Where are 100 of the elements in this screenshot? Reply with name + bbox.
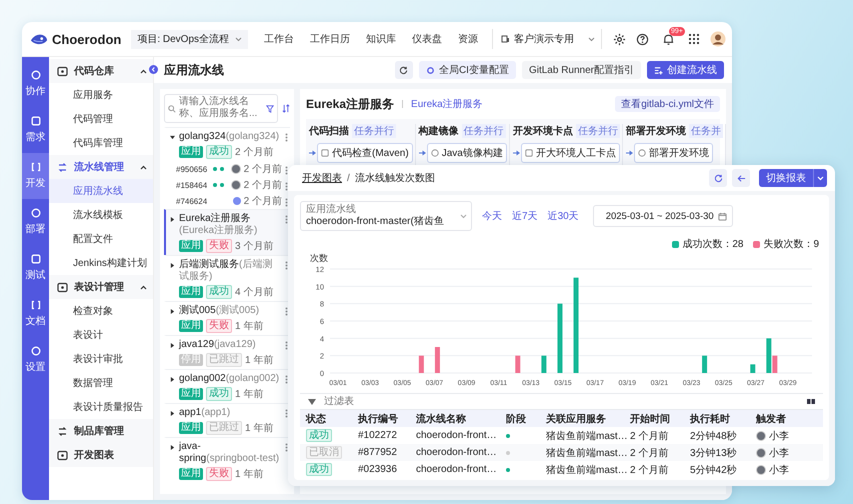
caret-right-icon[interactable]: [170, 343, 175, 348]
organization-select[interactable]: 客户演示专用: [492, 29, 602, 49]
type-tag: 应用: [179, 468, 203, 480]
run-item[interactable]: #746624 2 个月前: [164, 193, 290, 209]
refresh-button[interactable]: [394, 61, 413, 79]
job-card[interactable]: 代码检查(Maven): [317, 143, 413, 163]
menu-item[interactable]: 检查对象: [49, 299, 153, 323]
chevron-up-icon: [140, 284, 147, 290]
date-range-field[interactable]: 2025-03-01 ~ 2025-03-30: [592, 205, 733, 227]
help-icon[interactable]: [636, 32, 650, 46]
status-tag: 已取消: [306, 446, 342, 458]
column-header: 开始时间: [630, 412, 671, 426]
range-link[interactable]: 今天: [482, 209, 502, 223]
menu-item[interactable]: 表设计审批: [49, 347, 153, 371]
pipeline-name: app1(app1): [179, 407, 232, 419]
status-tag: 成功: [206, 145, 232, 159]
more-icon[interactable]: [285, 166, 288, 174]
nav-link[interactable]: 资源: [458, 32, 478, 46]
bell-icon[interactable]: [662, 32, 676, 46]
pipeline-item[interactable]: golang324(golang324) 应用 成功 2 个月前: [164, 127, 290, 161]
module-tab[interactable]: 需求: [22, 107, 49, 153]
more-icon[interactable]: [285, 133, 288, 142]
pipeline-select[interactable]: 应用流水线 choerodon-front-master(猪齿鱼: [300, 201, 472, 231]
nav-link[interactable]: 工作日历: [310, 32, 350, 46]
run-id: #746624: [176, 196, 208, 206]
more-icon[interactable]: [285, 443, 288, 452]
table-cell-text: 2 个月前: [630, 464, 670, 476]
more-icon[interactable]: [285, 215, 288, 224]
nav-link[interactable]: 工作台: [264, 32, 294, 46]
menu-item[interactable]: 代码管理: [49, 107, 153, 131]
toolbar-button[interactable]: 全局CI变量配置: [418, 61, 516, 79]
menu-icon: [57, 282, 68, 292]
apps-grid-icon[interactable]: [688, 33, 700, 45]
job-card[interactable]: 部署开发环境: [634, 143, 713, 163]
caret-down-icon[interactable]: [170, 135, 175, 140]
caret-right-icon[interactable]: [170, 263, 175, 268]
parallel-tag: 任务并行: [576, 124, 620, 138]
job-icon: [430, 149, 439, 157]
caret-right-icon[interactable]: [170, 377, 175, 382]
more-icon[interactable]: [285, 307, 288, 316]
menu-group[interactable]: 代码仓库: [49, 59, 153, 83]
toolbar-button[interactable]: GitLab Runner配置指引: [522, 61, 641, 79]
run-item[interactable]: #950656 2 个月前: [164, 161, 290, 177]
table-cell-text: #023936: [358, 464, 398, 475]
menu-group[interactable]: 表设计管理: [49, 275, 153, 299]
module-tab[interactable]: 文档: [22, 291, 49, 337]
caret-right-icon[interactable]: [170, 411, 175, 416]
job-card[interactable]: 开大环境人工卡点: [520, 143, 620, 163]
connector-arrow: [309, 150, 316, 156]
more-icon[interactable]: [285, 182, 288, 190]
module-tab[interactable]: 开发: [22, 153, 49, 199]
more-icon[interactable]: [285, 375, 288, 384]
column-header: 关联应用服务: [546, 412, 607, 426]
more-icon[interactable]: [285, 198, 288, 206]
menu-group[interactable]: 流水线管理: [49, 155, 153, 179]
run-item[interactable]: #158464 2 个月前: [164, 177, 290, 193]
project-select[interactable]: 项目: DevOps全流程: [131, 30, 248, 48]
more-icon[interactable]: [285, 409, 288, 418]
filter-icon[interactable]: [266, 104, 274, 112]
nav-link[interactable]: 知识库: [366, 32, 396, 46]
toolbar-button[interactable]: 创建流水线: [647, 61, 724, 79]
menu-item[interactable]: 配置文件: [49, 227, 153, 251]
more-icon[interactable]: [285, 341, 288, 350]
breadcrumb-link[interactable]: 开发图表: [302, 171, 342, 185]
columns-icon[interactable]: [807, 399, 815, 404]
caret-right-icon[interactable]: [170, 217, 175, 222]
menu-item[interactable]: Jenkins构建计划: [49, 251, 153, 275]
sort-icon[interactable]: [282, 104, 290, 113]
service-link[interactable]: Eureka注册服务: [411, 97, 483, 111]
collapse-icon[interactable]: [149, 65, 158, 74]
view-file-button[interactable]: 查看gitlab-ci.yml文件: [615, 96, 720, 112]
pipeline-item[interactable]: Eureka注册服务 (Eureka注册服务) 应用 失败 3 个月前: [164, 209, 290, 255]
menu-item[interactable]: 代码库管理: [49, 131, 153, 155]
caret-right-icon[interactable]: [170, 445, 175, 450]
menu-item[interactable]: 流水线模板: [49, 203, 153, 227]
more-icon[interactable]: [285, 261, 288, 270]
nav-link[interactable]: 仪表盘: [412, 32, 442, 46]
connector-arrow: [512, 150, 520, 156]
menu-item[interactable]: 应用流水线: [49, 179, 153, 203]
range-link[interactable]: 近7天: [512, 209, 538, 223]
module-tab[interactable]: 协作: [22, 61, 49, 107]
module-tab[interactable]: 部署: [22, 199, 49, 245]
module-tab[interactable]: 设置: [22, 337, 49, 383]
menu-group[interactable]: 开发图表: [49, 443, 153, 467]
menu-item[interactable]: 应用服务: [49, 83, 153, 107]
filter-icon[interactable]: [308, 398, 316, 404]
range-link[interactable]: 近30天: [548, 209, 579, 223]
time-text: 4 个月前: [235, 286, 274, 299]
job-card[interactable]: Java镜像构建: [426, 143, 507, 163]
back-button[interactable]: [732, 169, 750, 187]
caret-right-icon[interactable]: [170, 309, 175, 314]
menu-item[interactable]: 表设计质量报告: [49, 395, 153, 419]
menu-group[interactable]: 制品库管理: [49, 419, 153, 443]
table-cell-text: choerodon-front…: [416, 430, 498, 441]
user-avatar[interactable]: [710, 31, 726, 47]
menu-item[interactable]: 数据管理: [49, 371, 153, 395]
menu-item[interactable]: 表设计: [49, 323, 153, 347]
refresh-button[interactable]: [709, 169, 727, 187]
module-tab[interactable]: 测试: [22, 245, 49, 291]
table-cell-text: 5分钟42秒: [690, 464, 738, 476]
